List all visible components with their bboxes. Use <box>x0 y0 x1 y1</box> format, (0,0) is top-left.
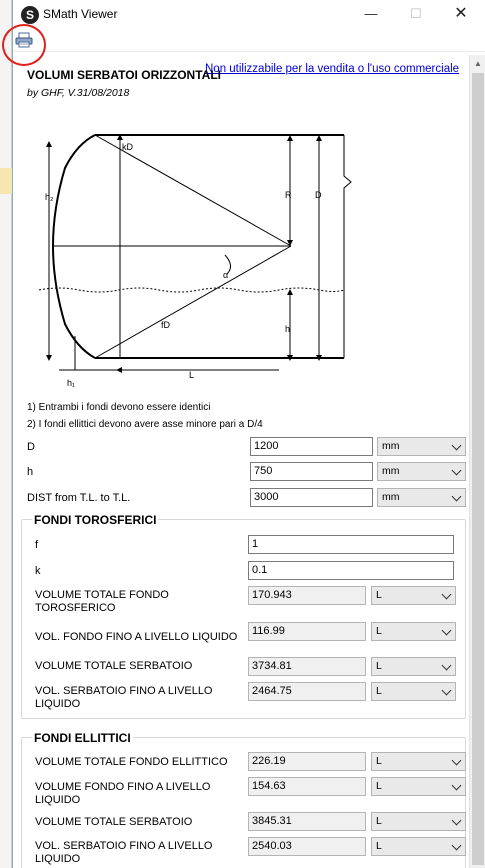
note-elliptical-axis: 2) I fondi ellittici devono avere asse m… <box>27 419 263 430</box>
diagram-label-kd: kD <box>122 142 134 152</box>
ell-result-value: 226.19 <box>248 752 366 771</box>
chevron-down-icon <box>451 440 462 451</box>
chevron-down-icon <box>451 780 462 791</box>
diagram-label-d: D <box>315 190 322 200</box>
d-unit-value: mm <box>382 440 400 452</box>
dist-unit-value: mm <box>382 491 400 503</box>
scroll-up-arrow-icon[interactable]: ▲ <box>470 55 485 72</box>
toro-result-unit-select[interactable]: L <box>371 682 456 701</box>
toro-result-value: 3734.81 <box>248 657 366 676</box>
input-label-h: h <box>27 466 34 478</box>
h-value-field[interactable]: 750 <box>250 462 373 481</box>
diagram-label-h1: h₁ <box>67 378 75 388</box>
diagram-label-alpha: α <box>223 270 228 280</box>
h-unit-value: mm <box>382 465 400 477</box>
toro-result-label: VOL. SERBATOIO FINO A LIVELLO LIQUIDO <box>35 685 213 710</box>
ell-result-unit-select[interactable]: L <box>371 777 466 796</box>
ellittici-title: FONDI ELLITTICI <box>32 731 133 745</box>
ell-result-value: 154.63 <box>248 777 366 796</box>
diagram-label-h2: h₂ <box>45 192 54 202</box>
toro-result-unit-select[interactable]: L <box>371 622 456 641</box>
ell-result-value: 2540.03 <box>248 837 366 856</box>
chevron-down-icon <box>441 660 452 671</box>
chevron-down-icon <box>451 465 462 476</box>
window-title: SMath Viewer <box>43 7 118 21</box>
toro-result-value: 2464.75 <box>248 682 366 701</box>
h-unit-select[interactable]: mm <box>377 462 466 481</box>
toro-result-value: 170.943 <box>248 586 366 605</box>
note-identical-heads: 1) Entrambi i fondi devono essere identi… <box>27 402 211 413</box>
d-unit-select[interactable]: mm <box>377 437 466 456</box>
input-label-dist: DIST from T.L. to T.L. <box>27 492 131 504</box>
smath-app-icon: S <box>21 6 39 24</box>
ell-result-label: VOLUME FONDO FINO A LIVELLO LIQUIDO <box>35 781 211 806</box>
minimize-button[interactable]: — <box>356 4 386 24</box>
toro-result-unit-select[interactable]: L <box>371 586 456 605</box>
diagram-label-fd: fD <box>161 320 171 330</box>
document-area: VOLUMI SERBATOI ORIZZONTALI by GHF, V.31… <box>13 55 468 868</box>
title-bar: S SMath Viewer — ☐ ✕ <box>13 0 485 30</box>
ell-result-label: VOLUME TOTALE FONDO ELLITTICO <box>35 756 228 768</box>
document-subtitle: by GHF, V.31/08/2018 <box>27 87 130 99</box>
maximize-button[interactable]: ☐ <box>401 4 431 24</box>
chevron-down-icon <box>441 589 452 600</box>
ell-result-label: VOLUME TOTALE SERBATOIO <box>35 816 193 828</box>
k-value-field[interactable]: 0.1 <box>248 561 454 580</box>
chevron-down-icon <box>451 840 462 851</box>
chevron-down-icon <box>441 685 452 696</box>
vertical-scrollbar[interactable]: ▲ <box>469 55 485 868</box>
background-window-strip <box>0 0 12 868</box>
document-title: VOLUMI SERBATOI ORIZZONTALI <box>27 68 221 82</box>
k-label: k <box>35 565 41 577</box>
chevron-down-icon <box>451 755 462 766</box>
dist-unit-select[interactable]: mm <box>377 488 466 507</box>
tank-head-diagram: kD h₂ R D α fD h L h₁ <box>29 108 352 390</box>
d-value-field[interactable]: 1200 <box>250 437 373 456</box>
unit-value: L <box>376 780 382 792</box>
diagram-label-l: L <box>189 370 194 380</box>
ell-result-unit-select[interactable]: L <box>371 752 466 771</box>
ell-result-unit-select[interactable]: L <box>371 837 466 856</box>
background-highlight <box>0 168 12 194</box>
unit-value: L <box>376 660 382 672</box>
torosferici-title: FONDI TOROSFERICI <box>32 513 159 527</box>
chevron-down-icon <box>451 815 462 826</box>
unit-value: L <box>376 685 382 697</box>
chevron-down-icon <box>451 491 462 502</box>
f-label: f <box>35 539 39 551</box>
dist-value-field[interactable]: 3000 <box>250 488 373 507</box>
diagram-label-r: R <box>285 190 292 200</box>
f-value-field[interactable]: 1 <box>248 535 454 554</box>
toro-result-label: VOLUME TOTALE SERBATOIO <box>35 660 193 672</box>
input-label-d: D <box>27 441 35 453</box>
toro-result-unit-select[interactable]: L <box>371 657 456 676</box>
toolbar: Non utilizzabile per la vendita o l'uso … <box>13 30 485 75</box>
toro-result-label: VOLUME TOTALE FONDO TOROSFERICO <box>35 589 169 614</box>
scroll-thumb[interactable] <box>472 73 484 865</box>
unit-value: L <box>376 840 382 852</box>
ell-result-label: VOL. SERBATOIO FINO A LIVELLO LIQUIDO <box>35 840 213 865</box>
unit-value: L <box>376 625 382 637</box>
diagram-label-h: h <box>285 324 290 334</box>
toro-result-value: 116.99 <box>248 622 366 641</box>
ell-result-value: 3845.31 <box>248 812 366 831</box>
close-button[interactable]: ✕ <box>446 4 476 24</box>
chevron-down-icon <box>441 625 452 636</box>
ell-result-unit-select[interactable]: L <box>371 812 466 831</box>
unit-value: L <box>376 589 382 601</box>
unit-value: L <box>376 815 382 827</box>
unit-value: L <box>376 755 382 767</box>
printer-icon[interactable] <box>15 32 33 48</box>
smath-viewer-window: S SMath Viewer — ☐ ✕ Non utilizzabile pe… <box>2 0 485 868</box>
toro-result-label: VOL. FONDO FINO A LIVELLO LIQUIDO <box>35 631 238 643</box>
